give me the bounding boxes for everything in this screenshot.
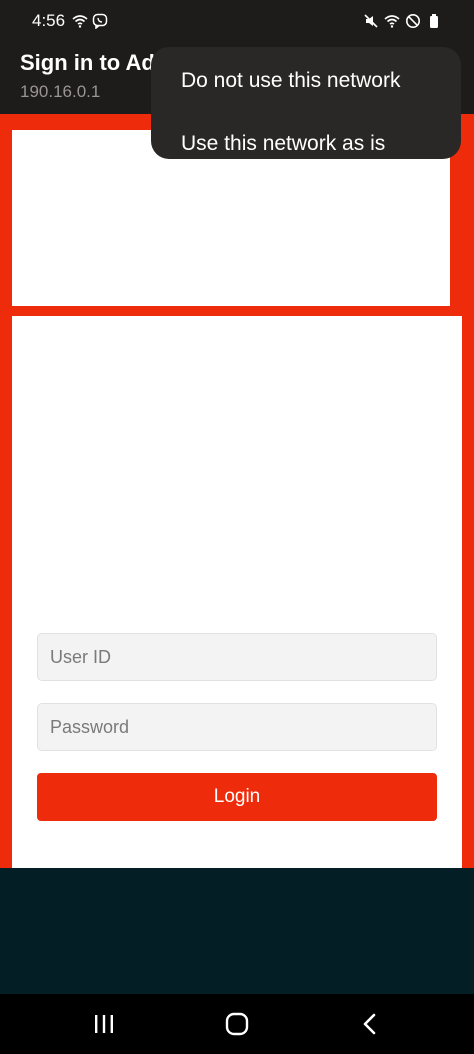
page-url: 190.16.0.1 (20, 82, 101, 101)
portal-page: Login (0, 114, 474, 868)
recent-apps-icon (95, 1015, 113, 1033)
status-time: 4:56 (32, 11, 66, 30)
back-button[interactable] (355, 1009, 385, 1039)
status-right-icons (363, 13, 442, 29)
status-bar: 4:56 (0, 0, 474, 44)
page-title: Sign in to Ad (20, 50, 155, 75)
viber-icon (92, 13, 108, 29)
wifi-icon (72, 15, 88, 28)
battery-icon (430, 14, 438, 28)
login-button[interactable]: Login (37, 773, 437, 821)
home-button[interactable] (222, 1009, 252, 1039)
mute-icon (364, 14, 378, 28)
recent-apps-button[interactable] (89, 1009, 119, 1039)
user-id-input[interactable] (37, 633, 437, 681)
password-input[interactable] (37, 703, 437, 751)
menu-item-use-network-as-is[interactable]: Use this network as is (181, 132, 385, 156)
navigation-bar (0, 994, 474, 1054)
home-icon (225, 1012, 249, 1036)
do-not-disturb-icon (406, 14, 420, 28)
back-icon (363, 1013, 376, 1035)
status-left-icons (72, 13, 108, 29)
wifi-icon (384, 15, 400, 28)
page-footer (0, 868, 474, 994)
menu-item-do-not-use-network[interactable]: Do not use this network (181, 69, 400, 93)
login-panel: Login (12, 316, 462, 868)
overflow-menu: Do not use this network Use this network… (151, 47, 461, 159)
